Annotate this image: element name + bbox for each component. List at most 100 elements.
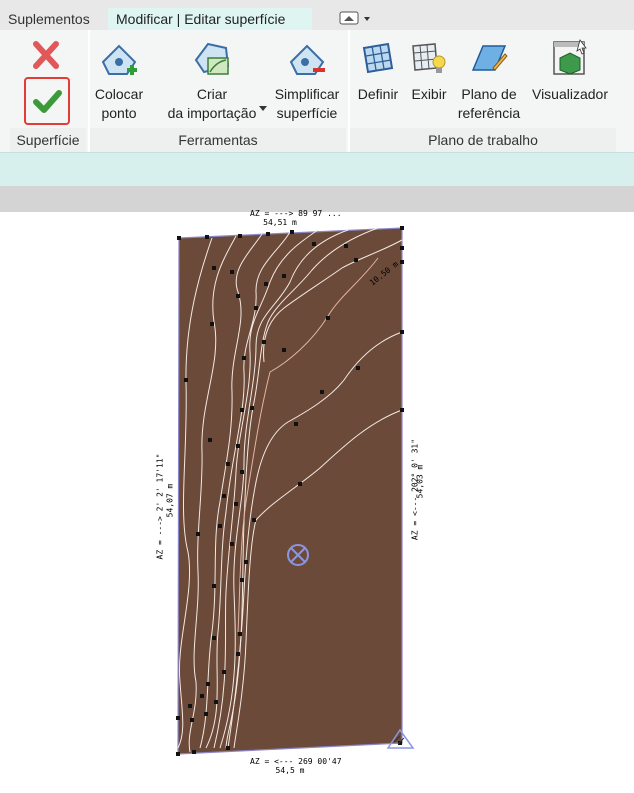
simplify-surface-icon	[289, 44, 325, 75]
right-length-label: 54,03 m	[415, 464, 425, 499]
surface-point[interactable]	[210, 322, 214, 326]
ribbon-minimize-button[interactable]	[338, 11, 378, 27]
surface-point[interactable]	[196, 532, 200, 536]
surface-point[interactable]	[290, 230, 294, 234]
ribbon-tab-bar: Suplementos Modificar | Editar superfíci…	[0, 0, 634, 30]
surface-point[interactable]	[400, 246, 404, 250]
surface-point[interactable]	[206, 682, 210, 686]
reference-plane-button[interactable]: Plano de referência	[456, 38, 522, 123]
surface-point[interactable]	[242, 356, 246, 360]
simplify-surface-button[interactable]: Simplificar superfície	[270, 38, 344, 123]
surface-point[interactable]	[234, 502, 238, 506]
cancel-x-icon	[33, 41, 59, 69]
toposurface-view[interactable]	[0, 212, 634, 788]
surface-point[interactable]	[208, 438, 212, 442]
surface-point[interactable]	[254, 306, 258, 310]
surface-point[interactable]	[400, 226, 404, 230]
dropdown-arrow-icon[interactable]	[259, 106, 267, 112]
surface-point[interactable]	[226, 462, 230, 466]
reference-plane-icon	[471, 45, 508, 71]
reference-plane-label-line1: Plano de	[461, 86, 517, 102]
finish-edit-surface-button[interactable]	[24, 77, 70, 125]
surface-point[interactable]	[236, 294, 240, 298]
surface-point[interactable]	[238, 632, 242, 636]
surface-point[interactable]	[212, 584, 216, 588]
surface-point[interactable]	[400, 408, 404, 412]
surface-point[interactable]	[205, 235, 209, 239]
viewer-button[interactable]: Visualizador	[528, 38, 612, 104]
surface-point[interactable]	[176, 752, 180, 756]
surface-point[interactable]	[262, 340, 266, 344]
surface-point[interactable]	[240, 578, 244, 582]
simplify-surface-label-line1: Simplificar	[274, 86, 340, 102]
surface-point[interactable]	[282, 348, 286, 352]
surface-point[interactable]	[264, 282, 268, 286]
set-workplane-icon	[362, 42, 394, 74]
surface-point[interactable]	[177, 236, 181, 240]
surface-point[interactable]	[354, 258, 358, 262]
set-workplane-button[interactable]: Definir	[354, 38, 402, 104]
surface-point[interactable]	[188, 704, 192, 708]
group-label-superficie: Superfície	[10, 128, 86, 152]
surface-point[interactable]	[320, 390, 324, 394]
finish-check-icon	[33, 90, 62, 113]
place-point-label-line1: Colocar	[94, 86, 144, 102]
surface-point[interactable]	[226, 746, 230, 750]
place-point-button[interactable]: Colocar ponto	[90, 38, 148, 123]
surface-point[interactable]	[298, 482, 302, 486]
surface-point[interactable]	[230, 542, 234, 546]
create-from-import-button[interactable]: Criar da importação	[158, 38, 267, 123]
surface-point[interactable]	[230, 270, 234, 274]
top-bearing-label: AZ = ---> 89 97 ...	[250, 209, 342, 218]
top-length-label: 54,51 m	[263, 218, 297, 227]
surface-point[interactable]	[212, 636, 216, 640]
surface-point[interactable]	[190, 718, 194, 722]
surface-point[interactable]	[214, 700, 218, 704]
surface-point[interactable]	[218, 524, 222, 528]
surface-point[interactable]	[250, 406, 254, 410]
surface-point[interactable]	[236, 444, 240, 448]
surface-point[interactable]	[294, 422, 298, 426]
tab-modificar-editar-superficie[interactable]: Modificar | Editar superfície	[108, 8, 312, 30]
surface-point[interactable]	[236, 652, 240, 656]
bottom-bearing-label: AZ = <--- 269 00'47	[250, 757, 342, 766]
group-label-ferramentas: Ferramentas	[90, 128, 346, 152]
surface-point[interactable]	[400, 330, 404, 334]
surface-point[interactable]	[222, 670, 226, 674]
surface-point[interactable]	[240, 470, 244, 474]
surface-point[interactable]	[266, 232, 270, 236]
surface-point[interactable]	[200, 694, 204, 698]
viewer-icon	[553, 39, 587, 75]
ribbon-panel: Colocar ponto Criar da importação Simpli…	[0, 30, 634, 152]
surface-point[interactable]	[282, 274, 286, 278]
surface-point[interactable]	[204, 712, 208, 716]
create-from-import-icon	[194, 42, 230, 75]
left-bearing-label: AZ = ---> 2' 2' 17'11"	[155, 453, 165, 560]
cancel-edit-surface-button[interactable]	[28, 40, 64, 72]
tab-suplementos[interactable]: Suplementos	[0, 8, 98, 30]
surface-point[interactable]	[312, 242, 316, 246]
surface-point[interactable]	[222, 494, 226, 498]
bottom-length-label: 54,5 m	[275, 766, 305, 775]
surface-point[interactable]	[344, 244, 348, 248]
surface-point[interactable]	[184, 378, 188, 382]
viewer-label: Visualizador	[531, 86, 608, 102]
place-point-icon	[101, 44, 137, 75]
surface-point[interactable]	[326, 316, 330, 320]
place-point-label-line2: ponto	[101, 105, 137, 121]
surface-point[interactable]	[212, 266, 216, 270]
show-workplane-icon	[412, 43, 446, 73]
surface-point[interactable]	[176, 716, 180, 720]
surface-point[interactable]	[192, 750, 196, 754]
surface-point[interactable]	[252, 518, 256, 522]
simplify-surface-label-line2: superfície	[276, 105, 338, 121]
drawing-area[interactable]: AZ = ---> 89 97 ... 54,51 m AZ = ---> 2'…	[0, 209, 634, 788]
show-workplane-button[interactable]: Exibir	[408, 38, 450, 104]
create-from-import-label-line1: Criar	[196, 86, 228, 102]
left-length-label: 54,07 m	[165, 483, 175, 518]
surface-point[interactable]	[238, 234, 242, 238]
surface-point[interactable]	[244, 560, 248, 564]
surface-point[interactable]	[240, 408, 244, 412]
show-workplane-label: Exibir	[411, 86, 447, 102]
surface-point[interactable]	[356, 366, 360, 370]
